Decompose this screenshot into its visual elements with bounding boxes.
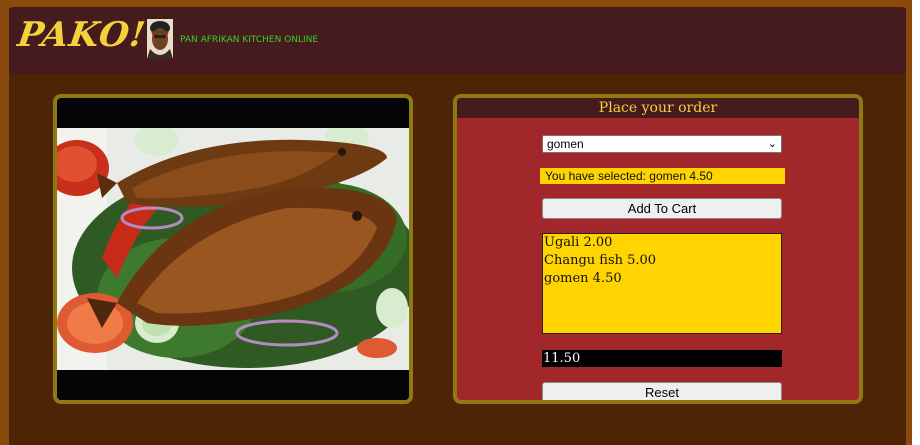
order-total: 11.50 (542, 350, 782, 367)
site-header: PAKO! PAN AFRIKAN KITCHEN ONLINE (9, 7, 906, 74)
window-frame-left (0, 0, 9, 445)
cart-textarea[interactable]: Ugali 2.00 Changu fish 5.00 gomen 4.50 (542, 233, 782, 334)
site-tagline: PAN AFRIKAN KITCHEN ONLINE (180, 35, 319, 45)
selection-message: You have selected: gomen 4.50 (540, 168, 785, 184)
cart-item: Ugali 2.00 (544, 235, 613, 250)
add-to-cart-button[interactable]: Add To Cart (542, 198, 782, 219)
fried-fish-photo (57, 128, 409, 370)
order-title: Place your order (457, 98, 859, 118)
cart-item: gomen 4.50 (544, 271, 622, 286)
dish-select[interactable]: gomen ⌄ (542, 135, 782, 153)
reset-button[interactable]: Reset (542, 382, 782, 400)
cart-item: Changu fish 5.00 (544, 253, 657, 268)
dish-photo-panel (53, 94, 413, 404)
dish-select-value: gomen (547, 137, 584, 151)
window-frame-right-border (906, 0, 912, 445)
chevron-down-icon: ⌄ (767, 138, 777, 150)
chef-face-icon (147, 19, 173, 59)
order-form-panel: Place your order gomen ⌄ You have select… (453, 94, 863, 404)
site-logo[interactable]: PAKO! (15, 15, 148, 55)
